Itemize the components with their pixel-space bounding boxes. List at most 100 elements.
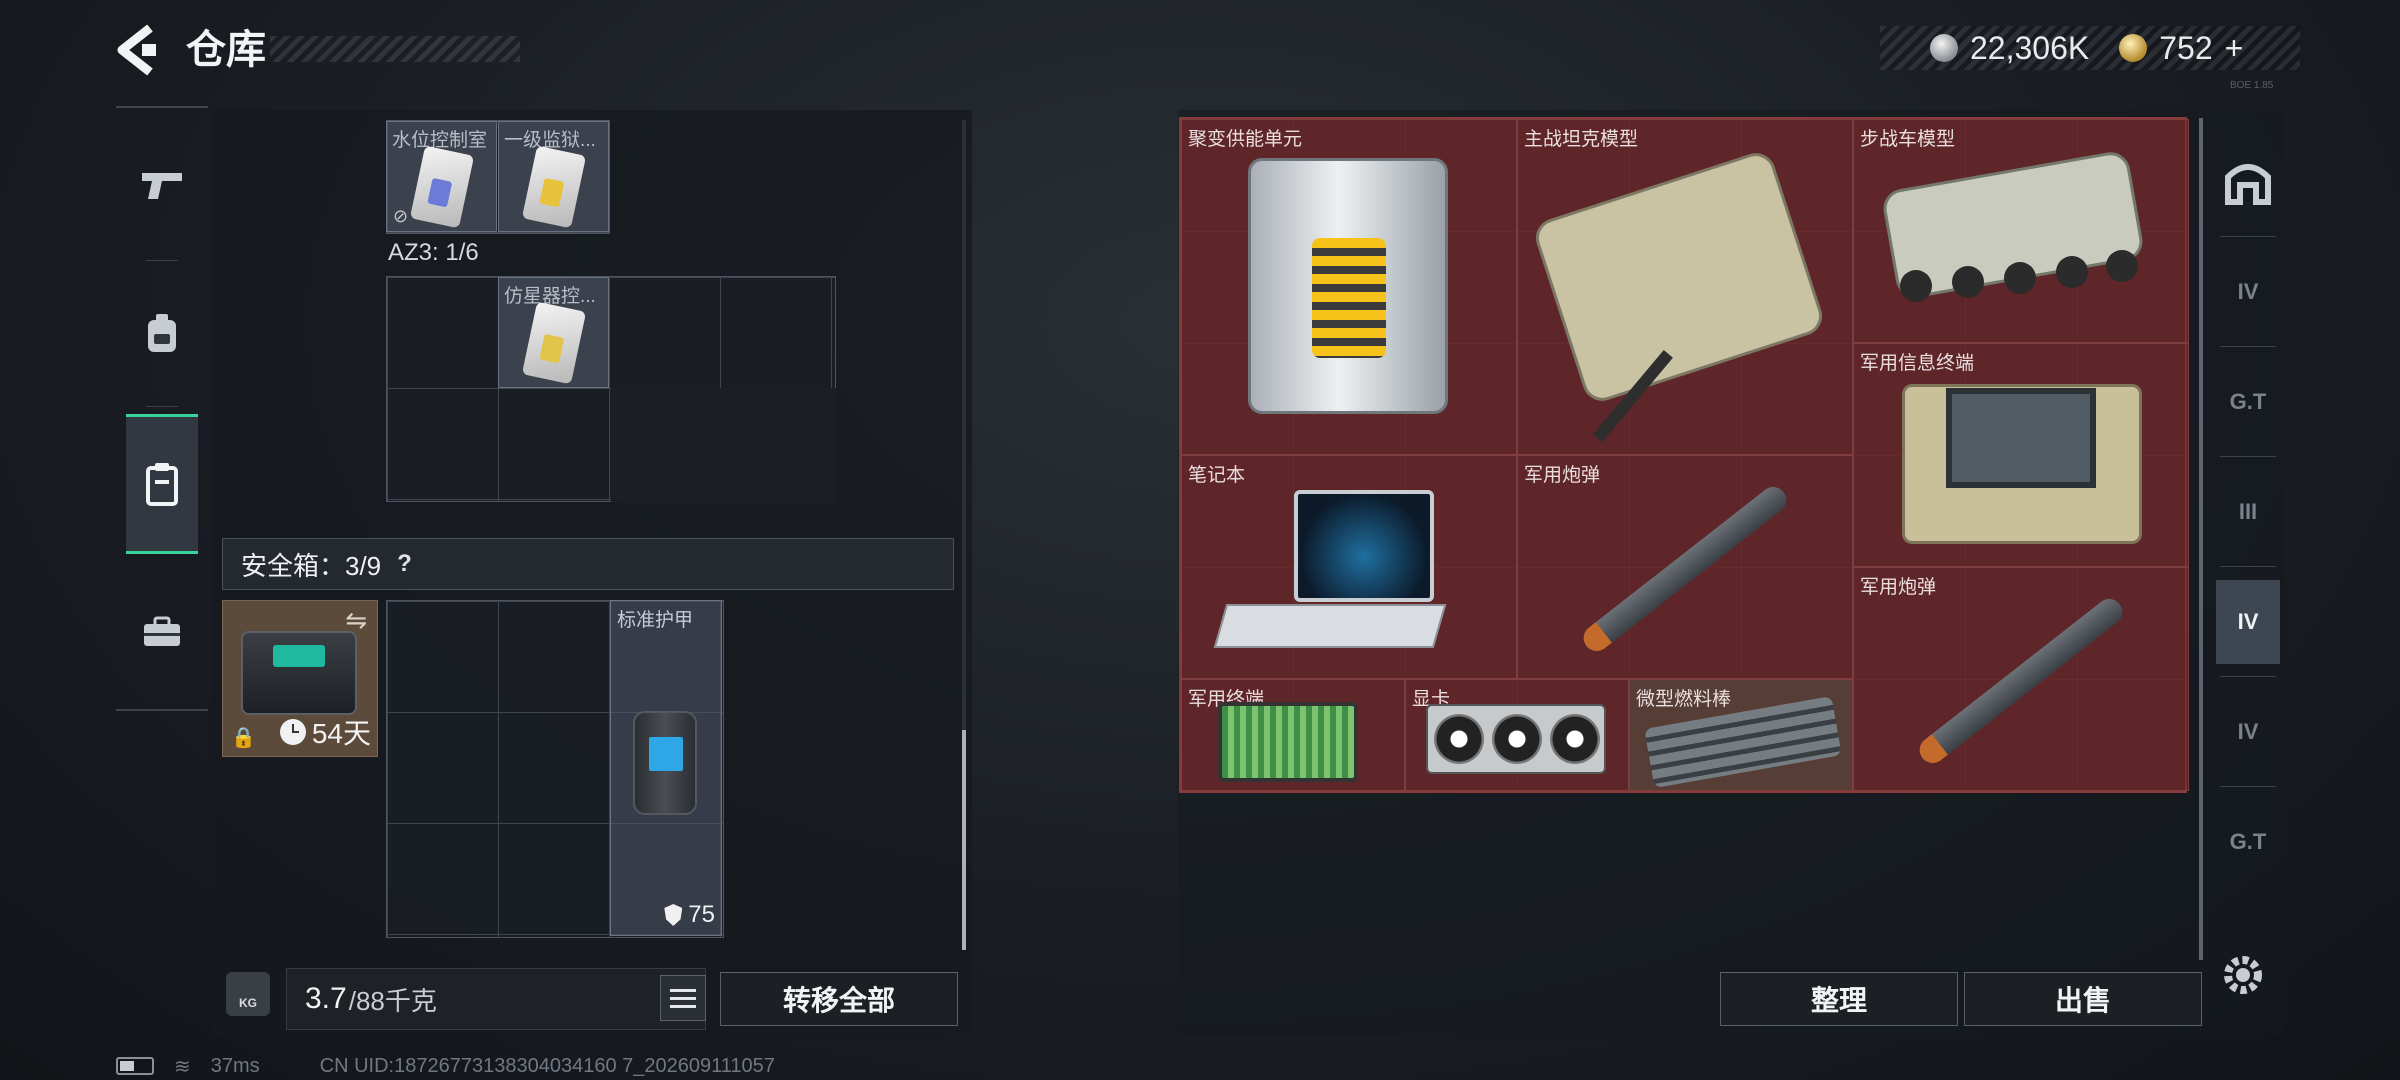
armor-item[interactable]: 标准护甲 75 xyxy=(610,600,722,936)
stash-item-info-terminal[interactable]: 军用信息终端 xyxy=(1853,343,2189,567)
keycard-icon xyxy=(521,301,587,385)
stash-grid: 聚变供能单元 主战坦克模型 步战车模型 军用信息终端 笔记本 军用炮弹 军用炮弹 xyxy=(1179,117,2189,793)
item-label: 标准护甲 xyxy=(617,610,694,631)
item-card[interactable]: 一级监狱... xyxy=(498,121,609,232)
safebox-days: 54天 xyxy=(311,718,371,749)
safebox-case-icon xyxy=(241,631,357,715)
ping-value: 37ms xyxy=(210,1054,260,1077)
nav-weapons[interactable] xyxy=(126,140,198,232)
sort-button[interactable]: 整理 xyxy=(1720,972,1958,1026)
scrollbar-thumb[interactable] xyxy=(962,730,966,950)
clipboard-icon xyxy=(146,463,178,506)
nav-container[interactable] xyxy=(126,414,198,554)
pistol-icon xyxy=(142,173,182,199)
missile-image xyxy=(1578,481,1792,657)
shield-icon xyxy=(664,904,683,926)
stash-item-ifv-model[interactable]: 步战车模型 xyxy=(1853,119,2189,343)
title-decoration xyxy=(270,36,520,62)
silver-coin-icon xyxy=(1930,34,1958,62)
stash-item-laptop[interactable]: 笔记本 xyxy=(1181,455,1517,679)
tab-stash-gt-2[interactable]: G.T xyxy=(2216,800,2280,884)
keycard-icon xyxy=(409,145,475,229)
tab-stash-iv-1[interactable]: IV xyxy=(2216,250,2280,334)
terminal-screen-image xyxy=(1946,388,2096,488)
circuit-board-image xyxy=(1218,702,1358,782)
wifi-icon: ≋ xyxy=(174,1055,191,1078)
transfer-all-button[interactable]: 转移全部 xyxy=(720,972,958,1026)
uid-text: CN UID:18726773138304034160 7_2026091110… xyxy=(319,1054,775,1077)
lock-icon: 🔒 xyxy=(231,727,256,749)
item-label: 军用炮弹 xyxy=(1524,465,1601,486)
gpu-image xyxy=(1426,704,1606,774)
weight-icon: KG xyxy=(226,972,270,1016)
stash-item-fuel-rods[interactable]: 微型燃料棒 xyxy=(1629,679,1853,791)
briefcase-icon xyxy=(144,616,180,646)
tab-stash-iv-2[interactable]: IV xyxy=(2216,690,2280,774)
stash-item-shell[interactable]: 军用炮弹 xyxy=(1853,567,2189,791)
item-card[interactable]: 水位控制室 ⊘ xyxy=(386,121,497,232)
tank-image xyxy=(1530,148,1828,406)
armor-durability: 75 xyxy=(664,901,715,929)
silver-currency-value: 22,306K xyxy=(1970,29,2090,66)
item-label: 主战坦克模型 xyxy=(1524,129,1639,150)
safebox-header: 安全箱：3/9 ? xyxy=(222,538,954,590)
nav-toolbox[interactable] xyxy=(126,586,198,678)
item-label: 军用信息终端 xyxy=(1860,353,1975,374)
tab-label: III xyxy=(2238,499,2258,524)
settings-gear-icon[interactable] xyxy=(2218,950,2268,1000)
item-card[interactable]: 仿星器控... xyxy=(498,277,609,388)
fusion-core-image xyxy=(1312,238,1386,358)
item-label: 微型燃料棒 xyxy=(1636,689,1732,710)
backpack-icon xyxy=(148,314,176,352)
gold-coin-icon xyxy=(2119,34,2148,62)
item-label: 笔记本 xyxy=(1188,465,1246,486)
stash-item-gpu[interactable]: 显卡 xyxy=(1405,679,1629,791)
laptop-screen-image xyxy=(1294,490,1434,602)
item-label: 聚变供能单元 xyxy=(1188,129,1303,150)
no-secure-icon: ⊘ xyxy=(393,206,409,226)
clock-icon xyxy=(279,719,306,745)
safebox-timer: 54天 xyxy=(279,712,371,752)
container-az3-label: AZ3: 1/6 xyxy=(388,239,479,266)
stash-item-shell[interactable]: 军用炮弹 xyxy=(1517,455,1853,679)
tab-label: IV xyxy=(2237,609,2259,634)
stash-scrollbar[interactable] xyxy=(2199,118,2203,960)
weight-max: /88千克 xyxy=(348,985,437,1016)
tab-stash-gt-1[interactable]: G.T xyxy=(2216,360,2280,444)
tab-stash-iii[interactable]: III xyxy=(2216,470,2280,554)
item-label: 军用炮弹 xyxy=(1860,577,1937,598)
add-currency-button[interactable]: + xyxy=(2225,30,2244,67)
stash-item-tank-model[interactable]: 主战坦克模型 xyxy=(1517,119,1853,455)
status-bar: ≋ 37ms CN UID:18726773138304034160 7_202… xyxy=(116,1054,775,1078)
tab-stash-iv-active[interactable]: IV xyxy=(2216,580,2280,664)
gold-currency-value: 752 xyxy=(2159,29,2213,66)
nav-equipment[interactable] xyxy=(126,288,198,380)
back-arrow-icon xyxy=(117,24,156,76)
battery-icon xyxy=(116,1057,154,1075)
page-title: 仓库 xyxy=(186,28,266,72)
missile-image xyxy=(1914,593,2128,769)
currency-bar: 22,306K 752 + xyxy=(1880,26,2300,70)
laptop-keyboard-image xyxy=(1213,604,1447,648)
home-icon xyxy=(2225,164,2271,205)
help-button[interactable]: ? xyxy=(397,550,412,578)
build-tag: BOE 1.85 xyxy=(2230,80,2274,91)
item-label: 步战车模型 xyxy=(1860,129,1956,150)
grid-mask xyxy=(611,388,837,503)
swap-icon[interactable]: ⇋ xyxy=(345,605,367,636)
durability-value: 75 xyxy=(688,901,715,928)
list-view-button[interactable] xyxy=(660,975,706,1021)
stash-tabs: IV G.T III IV IV G.T xyxy=(2212,140,2284,960)
safebox-card[interactable]: ⇋ 🔒 54天 xyxy=(222,600,378,757)
tab-home[interactable] xyxy=(2216,140,2280,224)
tab-label: IV xyxy=(2237,279,2259,304)
weight-current: 3.7 xyxy=(305,982,347,1015)
sell-button[interactable]: 出售 xyxy=(1964,972,2202,1026)
tab-label: G.T xyxy=(2229,389,2267,414)
stash-item-fusion-unit[interactable]: 聚变供能单元 xyxy=(1181,119,1517,455)
safebox-title: 安全箱：3/9 xyxy=(241,550,382,581)
back-button[interactable] xyxy=(112,22,162,78)
keycard-icon xyxy=(521,145,587,229)
left-nav xyxy=(116,106,208,711)
stash-item-mil-terminal[interactable]: 军用终端 xyxy=(1181,679,1405,791)
